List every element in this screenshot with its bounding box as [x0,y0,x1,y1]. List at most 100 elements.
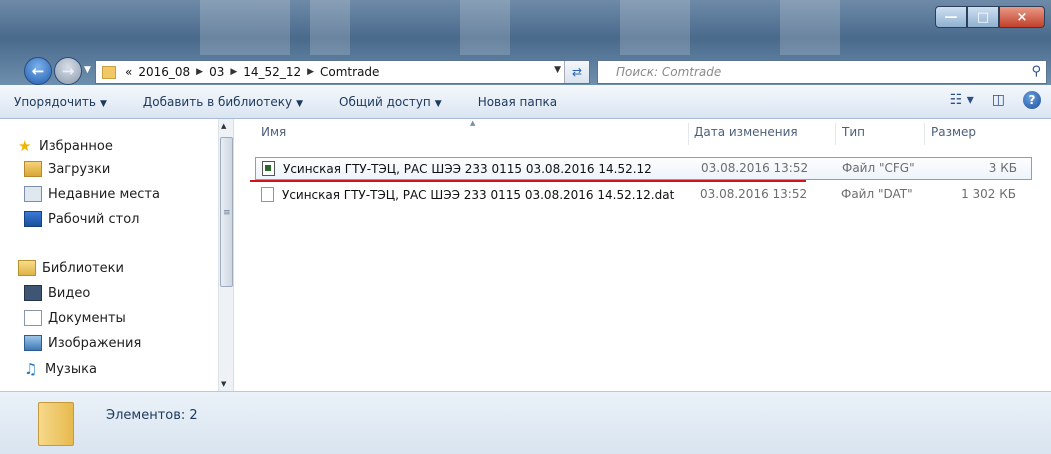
back-arrow-icon: ← [31,62,45,80]
desktop-icon [24,211,42,227]
preview-pane-icon[interactable]: ◫ [992,92,1005,108]
file-name-cell: Усинская ГТУ-ТЭЦ, РАС ШЭЭ 233 0115 03.08… [262,161,652,176]
search-placeholder: Поиск: Comtrade [616,65,722,79]
column-divider[interactable] [924,123,925,145]
search-input[interactable]: Поиск: Comtrade ⚲ [597,60,1047,84]
file-list: Имя ▲ Дата изменения Тип Размер Усинская… [233,119,1051,391]
caption-buttons: — □ × [935,6,1045,28]
video-library-icon [24,285,42,301]
explorer-window: — □ × ← → ▼ « 2016_08 ▶ 03 ▶ 14_52_12 ▶ … [0,0,1051,454]
refresh-icon: ⇄ [571,65,583,79]
cfg-file-icon [262,161,275,176]
breadcrumb-item[interactable]: 03 [209,65,224,79]
file-size: 1 302 КБ [961,187,1016,201]
address-bar[interactable]: « 2016_08 ▶ 03 ▶ 14_52_12 ▶ Comtrade ▼ ⇄ [95,60,590,84]
column-header-date[interactable]: Дата изменения [694,125,798,139]
navigation-pane: ★ Избранное Загрузки Недавние места Рабо… [0,119,232,391]
help-icon[interactable]: ? [1023,91,1041,109]
sort-ascending-icon: ▲ [470,119,476,127]
forward-arrow-icon: → [61,62,75,80]
folder-icon [102,65,116,79]
downloads-folder-icon [24,161,42,177]
file-date: 03.08.2016 13:52 [700,187,808,201]
back-button[interactable]: ← [24,57,52,85]
file-size: 3 КБ [988,161,1017,175]
sidebar-item-label: Недавние места [48,186,160,202]
sidebar-item-label: Документы [48,310,126,326]
recent-places-icon [24,186,42,202]
breadcrumb-item[interactable]: 14_52_12 [243,65,301,79]
file-type: Файл "CFG" [842,161,915,175]
dat-file-icon [261,187,274,202]
maximize-button[interactable]: □ [967,6,999,28]
column-header-name[interactable]: Имя [261,125,286,139]
sidebar-item-label: Загрузки [48,161,111,177]
star-icon: ★ [18,137,32,155]
details-pane: Элементов: 2 [0,391,1051,454]
sidebar-item-label: Рабочий стол [48,211,140,227]
command-bar: Упорядочить ▼ Добавить в библиотеку ▼ Общи… [0,85,1051,119]
breadcrumb-item[interactable]: Comtrade [320,65,379,79]
sidebar-item-desktop[interactable]: Рабочий стол [24,211,139,227]
sidebar-item-pictures[interactable]: Изображения [24,335,141,351]
column-header-type[interactable]: Тип [842,125,865,139]
minimize-button[interactable]: — [935,6,967,28]
file-name-cell: Усинская ГТУ-ТЭЦ, РАС ШЭЭ 233 0115 03.08… [261,187,674,202]
navigation-row: ← → ▼ « 2016_08 ▶ 03 ▶ 14_52_12 ▶ Comtra… [0,55,1051,85]
forward-button[interactable]: → [54,57,82,85]
music-note-icon: ♫ [24,360,38,378]
view-controls: ☷ ▾ ◫ ? [950,91,1041,109]
breadcrumb-overflow[interactable]: « [125,65,132,79]
sidebar-item-video[interactable]: Видео [24,285,90,301]
grip-icon: ≡ [223,208,231,218]
breadcrumb-separator-icon[interactable]: ▶ [307,67,314,77]
sidebar-item-downloads[interactable]: Загрузки [24,161,110,177]
scroll-up-arrow-icon[interactable]: ▲ [221,122,226,130]
search-icon[interactable]: ⚲ [1031,64,1041,79]
scroll-down-arrow-icon[interactable]: ▼ [221,380,226,388]
file-row[interactable]: Усинская ГТУ-ТЭЦ, РАС ШЭЭ 233 0115 03.08… [255,157,1032,180]
libraries-icon [18,260,36,276]
sidebar-item-label: Видео [48,285,91,301]
sidebar-item-label: Библиотеки [42,260,124,276]
scrollbar-thumb[interactable]: ≡ [220,137,233,287]
sidebar-item-label: Избранное [39,138,113,154]
organize-button[interactable]: Упорядочить ▼ [14,95,107,109]
file-type: Файл "DAT" [841,187,913,201]
share-label: Общий доступ [339,94,431,109]
column-header-size[interactable]: Размер [931,125,976,139]
organize-label: Упорядочить [14,94,96,109]
file-name: Усинская ГТУ-ТЭЦ, РАС ШЭЭ 233 0115 03.08… [283,161,652,176]
new-folder-button[interactable]: Новая папка [478,95,557,109]
file-name: Усинская ГТУ-ТЭЦ, РАС ШЭЭ 233 0115 03.08… [282,187,675,202]
chevron-down-icon: ▼ [434,98,442,109]
recent-pages-dropdown[interactable]: ▼ [84,65,91,75]
breadcrumb-item[interactable]: 2016_08 [138,65,190,79]
sidebar-item-music[interactable]: ♫ Музыка [24,360,97,378]
share-button[interactable]: Общий доступ ▼ [339,95,442,109]
column-divider[interactable] [835,123,836,145]
chevron-down-icon: ▼ [296,98,304,109]
sidebar-group-libraries[interactable]: Библиотеки [18,260,124,276]
add-to-library-button[interactable]: Добавить в библиотеку ▼ [143,95,303,109]
sidebar-item-documents[interactable]: Документы [24,310,126,326]
column-divider[interactable] [688,123,689,145]
pictures-library-icon [24,335,42,351]
file-row[interactable]: Усинская ГТУ-ТЭЦ, РАС ШЭЭ 233 0115 03.08… [255,184,1030,205]
sidebar-item-label: Изображения [48,335,142,351]
sidebar-item-recent-places[interactable]: Недавние места [24,186,160,202]
navigation-scrollbar[interactable]: ▲ ≡ ▼ [218,119,233,391]
breadcrumb-separator-icon[interactable]: ▶ [196,67,203,77]
address-dropdown-icon[interactable]: ▼ [554,65,561,75]
add-to-library-label: Добавить в библиотеку [142,94,293,109]
title-bar: — □ × ← → ▼ « 2016_08 ▶ 03 ▶ 14_52_12 ▶ … [0,0,1051,85]
refresh-button[interactable]: ⇄ [564,61,589,83]
folder-icon [38,402,74,446]
change-view-icon[interactable]: ☷ ▾ [950,92,974,108]
close-button[interactable]: × [999,6,1045,28]
sidebar-group-favorites[interactable]: ★ Избранное [18,137,113,155]
breadcrumb-separator-icon[interactable]: ▶ [230,67,237,77]
red-highlight-underline [250,180,806,182]
chevron-down-icon: ▼ [99,98,107,109]
item-count: Элементов: 2 [106,408,198,423]
